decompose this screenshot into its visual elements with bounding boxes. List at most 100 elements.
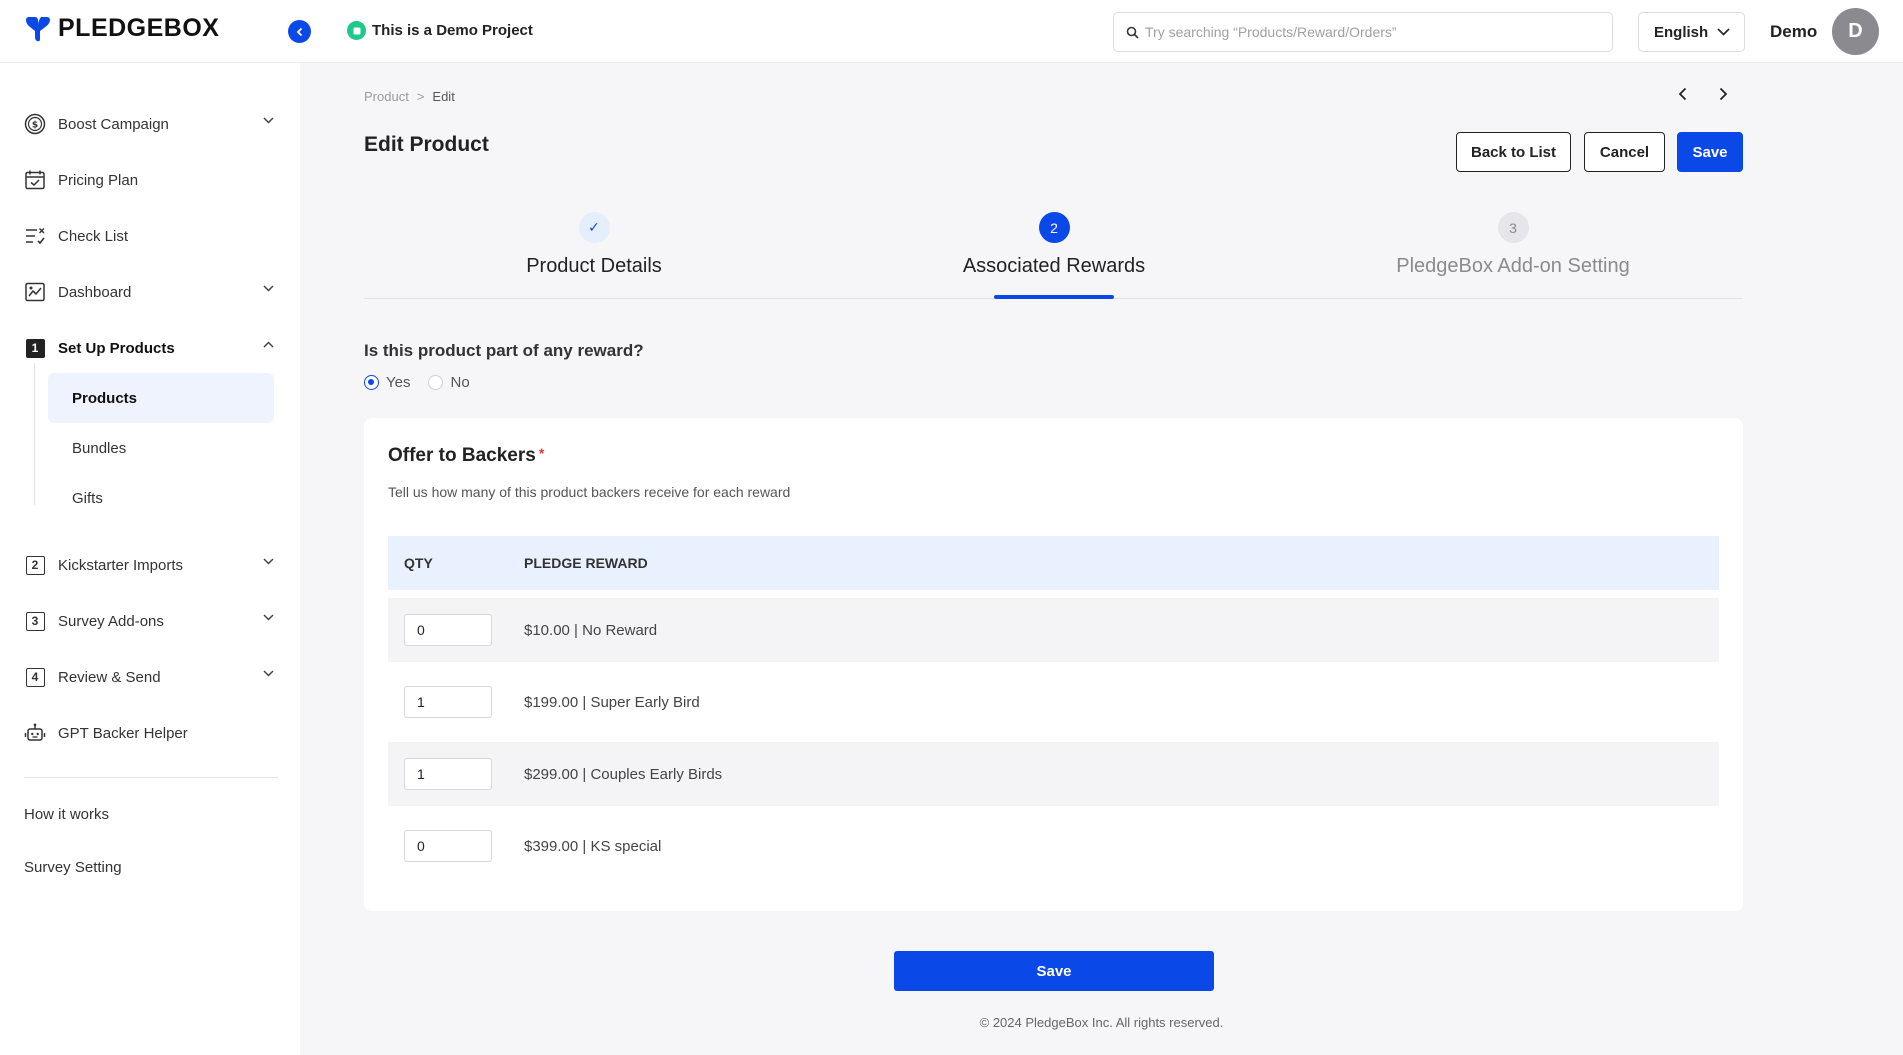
search-box[interactable] [1113,12,1613,52]
radio-yes[interactable]: Yes [364,374,410,391]
page-title: Edit Product [364,133,489,156]
breadcrumb-current: Edit [432,89,455,104]
robot-icon [24,722,46,744]
breadcrumb: Product > Edit [364,89,455,104]
logo[interactable]: PLEDGEBOX [24,14,219,43]
sidebar-item-survey-add-ons[interactable]: 3 Survey Add-ons [24,606,274,636]
sidebar-subitem-gifts[interactable]: Gifts [48,473,274,523]
footer-copyright: © 2024 PledgeBox Inc. All rights reserve… [979,1015,1224,1030]
sidebar-item-boost-campaign[interactable]: $ Boost Campaign [24,109,274,139]
step-label: Associated Rewards [962,255,1146,277]
radio-unselected-icon [428,375,444,390]
chevron-down-icon [263,558,274,565]
chevron-down-icon [263,670,274,677]
sidebar-subitem-products[interactable]: Products [48,373,274,423]
table-row: $10.00 | No Reward [388,598,1719,662]
sidebar-item-kickstarter-imports[interactable]: 2 Kickstarter Imports [24,550,274,580]
chevron-left-icon [1678,87,1687,101]
breadcrumb-product[interactable]: Product [364,89,409,104]
demo-project-label: This is a Demo Project [372,22,533,39]
svg-text:$: $ [32,121,38,131]
radio-no[interactable]: No [428,374,470,391]
table-row: $399.00 | KS special [388,814,1719,878]
breadcrumb-separator: > [416,89,425,104]
user-name[interactable]: Demo [1770,22,1817,42]
chevron-down-icon [263,117,274,124]
logo-text: PLEDGEBOX [58,14,220,42]
step-product-details[interactable]: ✓ Product Details [384,212,804,278]
cancel-button[interactable]: Cancel [1584,132,1665,172]
demo-project-badge: This is a Demo Project [347,21,533,40]
radio-selected-icon [364,375,379,390]
sidebar-subitem-bundles[interactable]: Bundles [48,423,274,473]
sidebar-item-label: Kickstarter Imports [58,556,184,574]
chart-icon [24,281,46,303]
column-header-pledge-reward: PLEDGE REWARD [524,555,648,571]
save-button[interactable]: Save [1677,132,1743,172]
qty-input[interactable] [404,686,492,718]
next-page-button[interactable] [1713,84,1733,104]
step-associated-rewards[interactable]: 2 Associated Rewards [844,212,1264,278]
step-number: 3 [1497,212,1529,243]
radio-yes-label: Yes [386,374,411,391]
reward-label: $299.00 | Couples Early Birds [524,765,723,783]
search-input[interactable] [1145,24,1585,40]
chevron-left-icon [296,27,302,36]
sidebar-item-label: GPT Backer Helper [58,724,188,742]
sidebar-item-label: Review & Send [58,668,161,686]
how-it-works-link[interactable]: How it works [24,806,109,823]
bottom-save-button[interactable]: Save [894,951,1214,991]
sidebar-item-pricing-plan[interactable]: Pricing Plan [24,165,274,195]
table-row: $299.00 | Couples Early Birds [388,742,1719,806]
sidebar-item-gpt-backer-helper[interactable]: GPT Backer Helper [24,718,274,748]
sidebar: $ Boost Campaign Pricing Plan Check List… [0,63,300,1055]
radio-no-label: No [450,374,470,391]
required-mark: * [538,445,545,461]
checklist-icon [24,225,46,247]
avatar[interactable]: D [1832,8,1879,55]
qty-input[interactable] [404,830,492,862]
card-subtitle: Tell us how many of this product backers… [388,484,791,500]
previous-page-button[interactable] [1673,84,1693,104]
card-title: Offer to Backers * [388,445,545,466]
sidebar-divider [24,777,278,778]
number-3-icon: 3 [24,610,46,632]
sidebar-item-set-up-products[interactable]: 1 Set Up Products [24,333,274,363]
top-bar: PLEDGEBOX This is a Demo Project English… [0,0,1903,63]
qty-input[interactable] [404,758,492,790]
chevron-down-icon [1717,28,1730,36]
sidebar-item-label: Survey Add-ons [58,612,164,630]
reward-label: $399.00 | KS special [524,837,662,855]
collapse-sidebar-button[interactable] [288,20,311,43]
pledgebox-logo-icon [26,16,50,41]
sidebar-item-label: Dashboard [58,283,132,301]
sidebar-item-label: Check List [58,227,129,245]
reward-question: Is this product part of any reward? [364,341,644,360]
reward-radio-group: Yes No [364,374,470,391]
reward-label: $10.00 | No Reward [524,621,658,639]
calendar-check-icon [24,169,46,191]
chevron-down-icon [263,285,274,292]
step-check-icon: ✓ [578,212,610,243]
number-1-icon: 1 [24,337,46,359]
language-select[interactable]: English [1638,12,1745,52]
step-addon-setting[interactable]: 3 PledgeBox Add-on Setting [1303,212,1723,278]
back-to-list-button[interactable]: Back to List [1456,132,1571,172]
offer-to-backers-card: Offer to Backers * Tell us how many of th… [364,418,1743,911]
sidebar-item-label: Boost Campaign [58,115,169,133]
submenu-line [34,363,35,505]
active-step-indicator [994,295,1114,299]
sidebar-item-dashboard[interactable]: Dashboard [24,277,274,307]
chevron-right-icon [1719,87,1728,101]
survey-setting-link[interactable]: Survey Setting [24,859,122,876]
reward-label: $199.00 | Super Early Bird [524,693,700,711]
sidebar-item-review-send[interactable]: 4 Review & Send [24,662,274,692]
qty-input[interactable] [404,614,492,646]
sidebar-item-label: Pricing Plan [58,171,139,189]
demo-project-icon [347,21,366,40]
sidebar-item-check-list[interactable]: Check List [24,221,274,251]
number-4-icon: 4 [24,666,46,688]
chevron-up-icon [263,341,274,348]
search-icon [1126,26,1139,39]
step-number: 2 [1038,212,1070,243]
